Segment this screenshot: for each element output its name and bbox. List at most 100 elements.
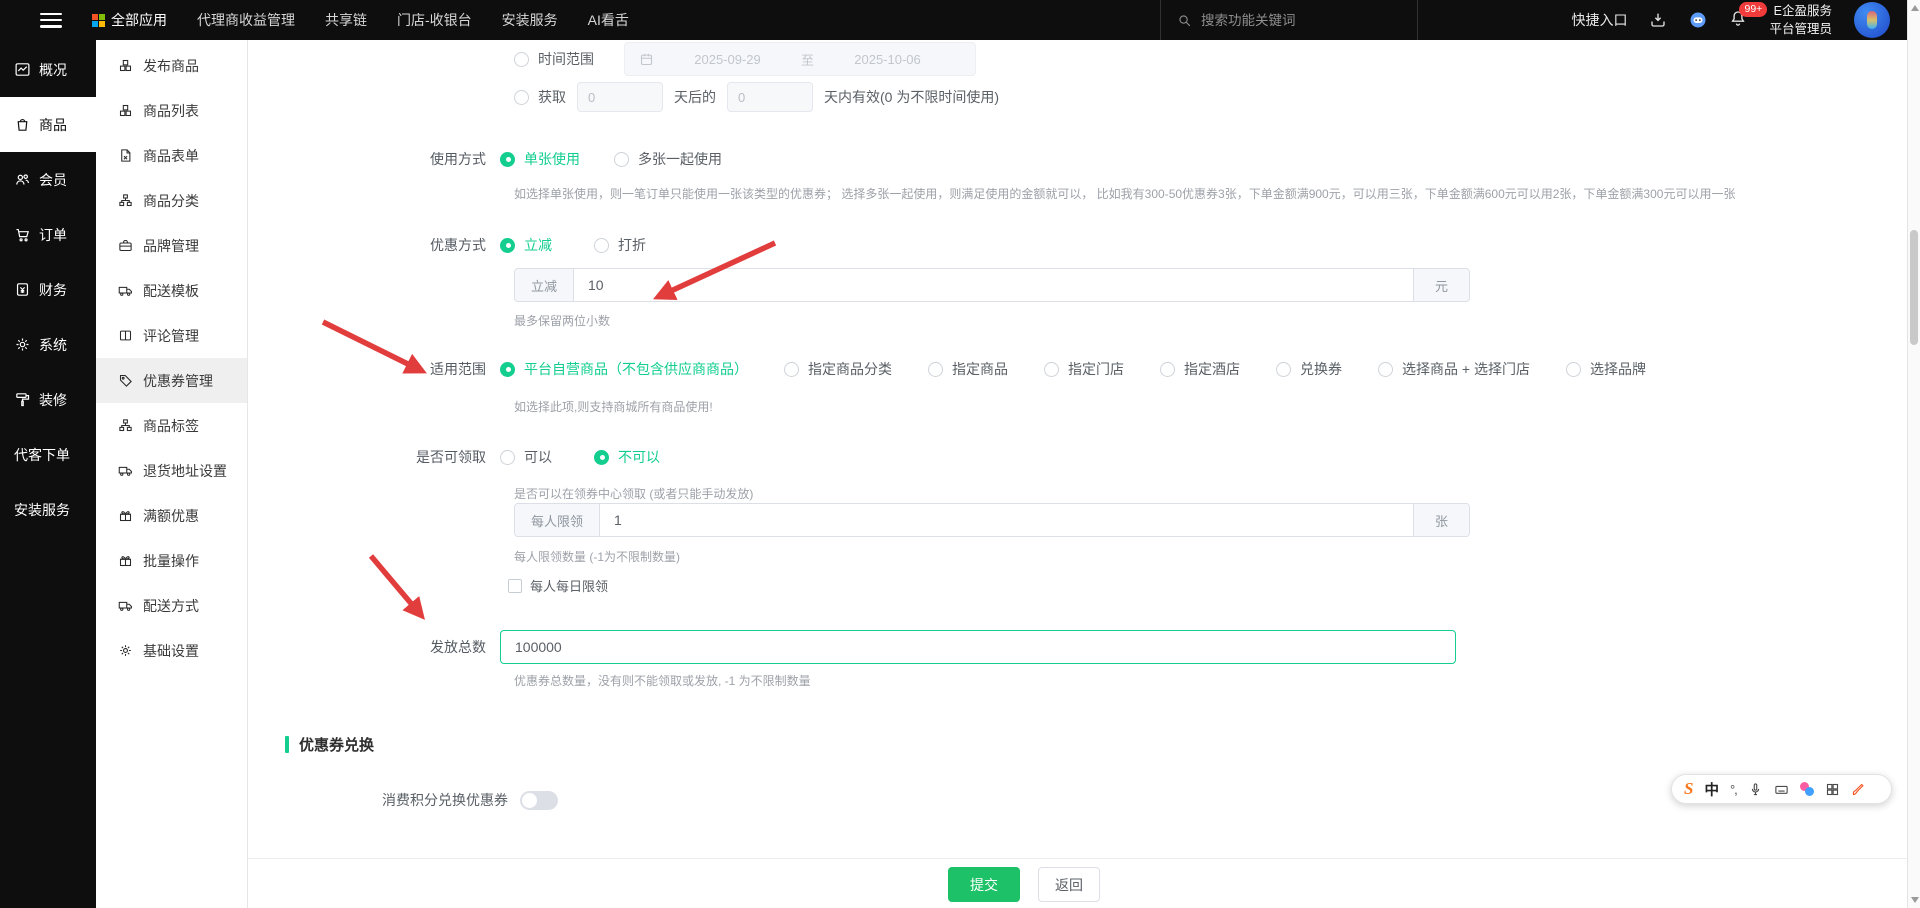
menu-item-delivery-template[interactable]: 配送模板: [96, 268, 247, 313]
radio-unchecked[interactable]: [1044, 361, 1059, 377]
total-input[interactable]: [500, 630, 1456, 664]
acquire-days-input[interactable]: [577, 82, 663, 112]
sogou-logo-icon[interactable]: S: [1684, 779, 1693, 799]
download-icon[interactable]: [1649, 11, 1667, 29]
quick-entry-link[interactable]: 快捷入口: [1571, 10, 1627, 30]
menu-item-comment-manage[interactable]: 评论管理: [96, 313, 247, 358]
radio-unchecked[interactable]: [928, 361, 943, 377]
usage-single-option[interactable]: 单张使用: [500, 149, 580, 169]
radio-unchecked[interactable]: [784, 361, 799, 377]
radio-unchecked[interactable]: [1565, 361, 1581, 377]
ime-chinese-mode[interactable]: 中: [1704, 779, 1719, 800]
scrollbar-thumb[interactable]: [1910, 230, 1918, 345]
ai-robot-icon[interactable]: [1689, 11, 1707, 29]
scope-option-brand[interactable]: 选择品牌: [1565, 359, 1646, 379]
discount-amount-input[interactable]: [574, 269, 1413, 301]
scope-option-goods[interactable]: 指定商品: [928, 359, 1008, 379]
microphone-icon[interactable]: [1748, 782, 1763, 797]
discount-reduce-option[interactable]: 立减: [500, 235, 552, 255]
radio-unchecked[interactable]: [1160, 361, 1175, 377]
usage-multiple-option[interactable]: 多张一起使用: [614, 149, 722, 169]
radio-unchecked[interactable]: [1276, 361, 1291, 377]
search-input[interactable]: [1201, 12, 1371, 28]
nav-item-ai-tongue[interactable]: AI看舌: [588, 10, 629, 30]
radio-unchecked[interactable]: [514, 51, 529, 67]
menu-item-goods-label[interactable]: 商品标签: [96, 403, 247, 448]
sidebar-item-proxy-order[interactable]: 代客下单: [0, 427, 96, 482]
hamburger-menu-icon[interactable]: [40, 12, 62, 28]
radio-checked[interactable]: [500, 361, 515, 377]
sidebar-item-overview[interactable]: 概况: [0, 42, 96, 97]
window-scrollbar[interactable]: [1907, 0, 1920, 908]
radio-checked[interactable]: [500, 151, 515, 167]
radio-unchecked[interactable]: [1378, 361, 1393, 377]
claimable-no-option[interactable]: 不可以: [594, 447, 660, 467]
sidebar-item-install-service[interactable]: 安装服务: [0, 482, 96, 537]
scope-option-exchange[interactable]: 兑换券: [1276, 359, 1342, 379]
sidebar-item-system[interactable]: 系统: [0, 317, 96, 372]
gear-icon: [15, 337, 30, 352]
radio-checked[interactable]: [500, 237, 515, 253]
nav-item-share-chain[interactable]: 共享链: [325, 10, 367, 30]
menu-item-goods-category[interactable]: 商品分类: [96, 178, 247, 223]
menu-item-delivery-method[interactable]: 配送方式: [96, 583, 247, 628]
account-info[interactable]: E企盈服务 平台管理员: [1769, 2, 1832, 38]
scope-option-store[interactable]: 指定门店: [1044, 359, 1124, 379]
scope-option-goods-store[interactable]: 选择商品 + 选择门店: [1378, 359, 1530, 379]
notifications-bell[interactable]: 99+: [1729, 1, 1768, 32]
scope-option-hotel[interactable]: 指定酒店: [1160, 359, 1240, 379]
radio-unchecked[interactable]: [594, 237, 609, 253]
total-row: 发放总数: [248, 630, 1456, 664]
menu-item-return-address[interactable]: 退货地址设置: [96, 448, 247, 493]
truck-icon: [118, 601, 132, 611]
ime-skin-icon[interactable]: [1799, 782, 1814, 796]
checkbox-unchecked[interactable]: [508, 578, 522, 593]
start-date[interactable]: 2025-09-29: [654, 52, 801, 67]
discount-percent-option[interactable]: 打折: [594, 235, 646, 255]
navbar-search[interactable]: [1160, 0, 1418, 40]
avatar[interactable]: [1854, 2, 1890, 38]
menu-item-batch-ops[interactable]: 批量操作: [96, 538, 247, 583]
acquire-radio-option[interactable]: 获取: [514, 87, 566, 107]
menu-item-full-discount[interactable]: 满额优惠: [96, 493, 247, 538]
toolbox-grid-icon[interactable]: [1825, 782, 1840, 797]
menu-item-brand-manage[interactable]: 品牌管理: [96, 223, 247, 268]
menu-item-goods-form[interactable]: 商品表单: [96, 133, 247, 178]
ime-punctuation-icon[interactable]: °,: [1730, 782, 1738, 797]
daily-limit-checkbox-row[interactable]: 每人每日限领: [508, 576, 608, 595]
nav-item-store-cashier[interactable]: 门店-收银台: [397, 10, 472, 30]
nav-item-agent-revenue[interactable]: 代理商收益管理: [197, 10, 295, 30]
date-range-picker[interactable]: 2025-09-29 至 2025-10-06: [624, 42, 976, 76]
radio-unchecked[interactable]: [500, 449, 515, 465]
nav-item-install-service[interactable]: 安装服务: [502, 10, 558, 30]
claimable-yes-option[interactable]: 可以: [500, 447, 552, 467]
menu-item-coupon-manage[interactable]: 优惠券管理: [96, 358, 247, 403]
sidebar-item-decorate[interactable]: 装修: [0, 372, 96, 427]
per-person-limit-input[interactable]: [600, 504, 1413, 536]
brush-icon[interactable]: [1851, 782, 1866, 797]
time-range-radio-option[interactable]: 时间范围: [514, 49, 594, 69]
nav-item-all-apps[interactable]: 全部应用: [92, 10, 167, 30]
radio-unchecked[interactable]: [614, 151, 629, 167]
ime-toolbar[interactable]: S 中 °,: [1671, 774, 1892, 804]
scope-option-category[interactable]: 指定商品分类: [784, 359, 892, 379]
menu-item-goods-list[interactable]: 商品列表: [96, 88, 247, 133]
menu-item-publish-goods[interactable]: 发布商品: [96, 43, 247, 88]
scroll-down-arrow[interactable]: [1911, 897, 1919, 903]
sidebar-item-goods[interactable]: 商品: [0, 97, 96, 152]
end-date[interactable]: 2025-10-06: [814, 52, 961, 67]
sidebar-item-members[interactable]: 会员: [0, 152, 96, 207]
scope-option-platform[interactable]: 平台自营商品（不包含供应商商品）: [500, 359, 748, 379]
keyboard-icon[interactable]: [1774, 782, 1789, 797]
radio-checked[interactable]: [594, 449, 609, 465]
submit-button[interactable]: 提交: [948, 867, 1020, 902]
secondary-sidebar: 发布商品 商品列表 商品表单 商品分类 品牌管理 配送模板 评论管理 优惠券管理…: [96, 40, 248, 908]
scroll-up-arrow[interactable]: [1911, 5, 1919, 11]
radio-unchecked[interactable]: [514, 89, 529, 105]
menu-item-basic-settings[interactable]: 基础设置: [96, 628, 247, 673]
sidebar-item-finance[interactable]: 财务: [0, 262, 96, 317]
sidebar-item-orders[interactable]: 订单: [0, 207, 96, 262]
back-button[interactable]: 返回: [1038, 867, 1100, 902]
points-exchange-toggle[interactable]: [520, 790, 558, 810]
valid-days-input[interactable]: [727, 82, 813, 112]
